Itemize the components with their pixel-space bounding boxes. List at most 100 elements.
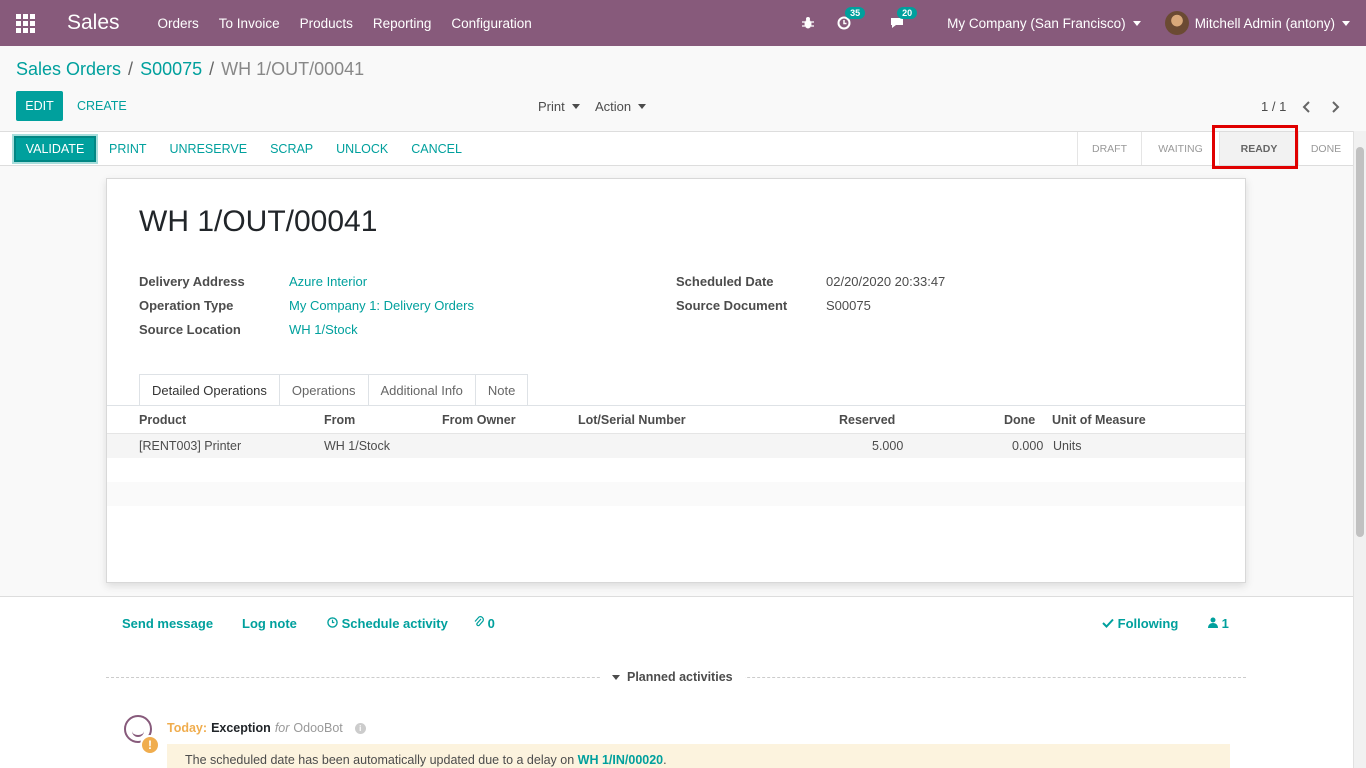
menu-configuration[interactable]: Configuration [451,16,531,31]
col-uom[interactable]: Unit of Measure [1052,413,1146,427]
cell-product: [RENT003] Printer [139,439,242,453]
menu-to-invoice[interactable]: To Invoice [219,16,280,31]
tab-operations[interactable]: Operations [278,374,369,406]
menu-reporting[interactable]: Reporting [373,16,432,31]
message-count-badge: 20 [897,7,918,19]
messages-chat-icon[interactable]: 20 [889,7,918,30]
scheduled-date-label: Scheduled Date [676,274,774,289]
activity-for: for [274,721,290,735]
activity-when: Today [167,721,203,735]
chevron-down-icon [571,104,580,109]
user-menu[interactable]: Mitchell Admin (antony) [1164,11,1350,35]
apps-menu-icon[interactable] [0,0,50,46]
scrollbar-thumb[interactable] [1356,147,1364,537]
schedule-activity-button[interactable]: Schedule activity [327,616,448,631]
tab-note[interactable]: Note [474,374,529,406]
col-done[interactable]: Done [1004,413,1035,427]
cell-done: 0.000 [1012,439,1044,453]
main-menu: Orders To Invoice Products Reporting Con… [158,16,552,31]
action-dropdown-label: Action [595,99,632,114]
planned-activities-label: Planned activities [627,670,733,684]
unlock-button[interactable]: UNLOCK [336,142,388,156]
stage-draft: DRAFT [1077,132,1141,165]
user-icon [1208,616,1222,631]
action-dropdown[interactable]: Action [595,99,647,114]
debug-bug-icon[interactable] [801,16,815,30]
cell-reserved: 5.000 [872,439,904,453]
activity-type: Exception [211,721,271,735]
create-button[interactable]: CREATE [77,99,127,113]
chevron-down-icon [638,104,647,109]
breadcrumb-order[interactable]: S00075 [140,59,202,80]
chevron-down-icon [1342,20,1350,26]
validate-button[interactable]: VALIDATE [14,135,96,162]
print-dropdown-label: Print [538,99,565,114]
cell-from: WH 1/Stock [324,439,390,453]
status-bar: VALIDATE PRINT UNRESERVE SCRAP UNLOCK CA… [0,131,1353,166]
check-icon [1102,616,1118,631]
company-name: My Company (San Francisco) [947,15,1126,31]
log-note-button[interactable]: Log note [242,616,297,631]
stage-waiting: WAITING [1141,132,1219,165]
note-suffix: . [663,753,667,767]
table-header: Product From From Owner Lot/Serial Numbe… [107,405,1245,433]
delivery-address-label: Delivery Address [139,274,245,289]
unreserve-button[interactable]: UNRESERVE [170,142,248,156]
table-row[interactable]: [RENT003] Printer WH 1/Stock 5.000 0.000… [107,433,1245,458]
col-product[interactable]: Product [139,413,186,427]
empty-row [107,482,1245,506]
edit-button[interactable]: EDIT [16,91,63,121]
scrap-button[interactable]: SCRAP [270,142,313,156]
operation-type-link[interactable]: My Company 1: Delivery Orders [289,298,474,313]
col-reserved[interactable]: Reserved [839,413,895,427]
col-from-owner[interactable]: From Owner [442,413,516,427]
source-location-link[interactable]: WH 1/Stock [289,322,358,337]
breadcrumb-current: WH 1/OUT/00041 [221,59,365,79]
ready-stage-highlight [1212,125,1298,169]
note-reference-link[interactable]: WH 1/IN/00020 [578,753,663,767]
menu-orders[interactable]: Orders [158,16,199,31]
print-dropdown[interactable]: Print [538,99,580,114]
schedule-activity-label: Schedule activity [341,616,448,631]
user-name: Mitchell Admin (antony) [1194,15,1335,31]
chevron-left-icon[interactable] [1302,100,1312,116]
top-navbar: Sales Orders To Invoice Products Reporti… [0,0,1366,46]
pager-value[interactable]: 1 / 1 [1261,99,1286,114]
activity-count-badge: 35 [845,7,866,19]
send-message-button[interactable]: Send message [122,616,213,631]
following-label: Following [1117,616,1179,631]
stage-done: DONE [1298,132,1353,165]
page-scrollbar[interactable] [1353,131,1366,768]
info-icon[interactable]: i [354,722,366,734]
breadcrumb-sales-orders[interactable]: Sales Orders [16,59,121,80]
activity-user: OdooBot [293,721,343,735]
tab-detailed-operations[interactable]: Detailed Operations [139,374,280,406]
activity-clock-icon[interactable]: 35 [837,7,866,30]
planned-activities-toggle[interactable]: Planned activities [600,670,745,684]
activity-note: The scheduled date has been automaticall… [167,744,1230,768]
clock-icon [327,616,342,631]
notebook-tabs: Detailed Operations Operations Additiona… [139,374,529,406]
attachments-button[interactable]: 0 [474,616,495,631]
print-button[interactable]: PRINT [109,142,147,156]
cancel-button[interactable]: CANCEL [411,142,462,156]
source-document-value: S00075 [826,298,871,313]
operation-type-label: Operation Type [139,298,234,313]
menu-products[interactable]: Products [300,16,353,31]
user-avatar [1164,11,1189,35]
col-lot-serial[interactable]: Lot/Serial Number [578,413,686,427]
followers-button[interactable]: 1 [1208,616,1229,631]
breadcrumb-separator: / [209,59,215,79]
company-switcher[interactable]: My Company (San Francisco) [947,16,1141,31]
warning-icon: ! [140,735,160,755]
note-text: The scheduled date has been automaticall… [185,753,575,767]
followers-count: 1 [1221,616,1229,631]
col-from[interactable]: From [324,413,355,427]
tab-additional-info[interactable]: Additional Info [367,374,476,406]
cell-uom: Units [1053,439,1082,453]
chevron-right-icon[interactable] [1330,100,1340,116]
delivery-address-link[interactable]: Azure Interior [289,274,367,289]
following-button[interactable]: Following [1102,616,1178,631]
breadcrumb: Sales Orders / S00075 / WH 1/OUT/00041 [16,59,364,80]
app-name[interactable]: Sales [67,11,120,35]
